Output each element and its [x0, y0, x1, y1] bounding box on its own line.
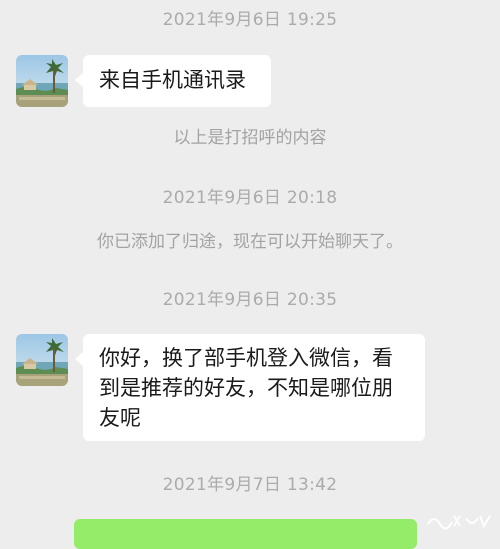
- message-bubble[interactable]: 你好，换了部手机登入微信，看到是推荐的好友，不知是哪位朋友呢: [75, 334, 425, 441]
- message-text: 你好，换了部手机登入微信，看到是推荐的好友，不知是哪位朋友呢: [99, 346, 393, 430]
- timestamp: 2021年9月6日 20:18: [162, 188, 338, 208]
- message-bubble[interactable]: 来自手机通讯录: [75, 55, 271, 107]
- contact-avatar-icon[interactable]: [16, 334, 68, 386]
- timestamp: 2021年9月6日 19:25: [162, 10, 338, 30]
- avatar-image: [16, 55, 68, 107]
- message-text: 来自手机通讯录: [99, 68, 246, 92]
- outgoing-message-bubble[interactable]: [74, 519, 417, 549]
- contact-avatar-icon[interactable]: [16, 55, 68, 107]
- chat-conversation: 2021年9月6日 19:25 来自手机通讯录 以上是打招呼的内容 2021年9…: [0, 0, 500, 549]
- avatar-image: [16, 334, 68, 386]
- system-message: 以上是打招呼的内容: [173, 128, 327, 148]
- timestamp: 2021年9月7日 13:42: [162, 475, 338, 495]
- watermark-logo-icon: [427, 515, 491, 530]
- timestamp: 2021年9月6日 20:35: [162, 290, 338, 310]
- system-message: 你已添加了归途，现在可以开始聊天了。: [97, 232, 403, 252]
